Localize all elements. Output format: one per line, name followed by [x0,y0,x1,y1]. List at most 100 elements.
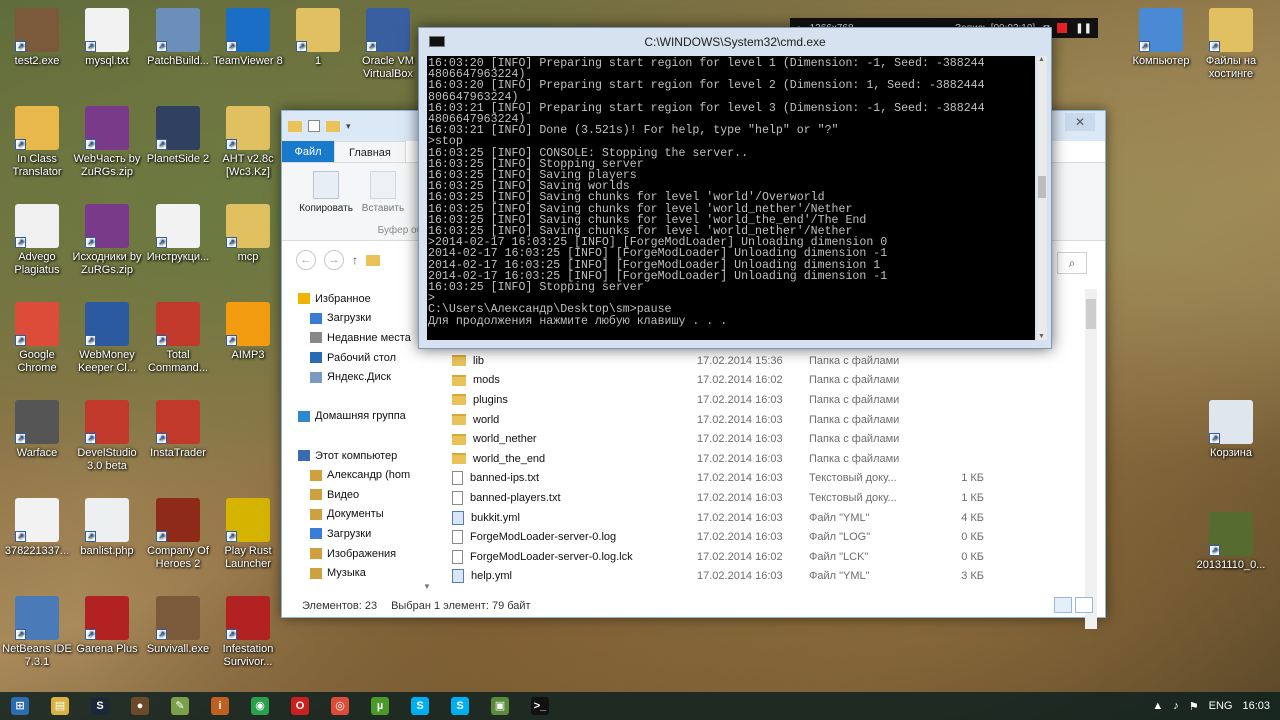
nav-item[interactable]: Домашняя группа [290,407,422,427]
desktop-icon[interactable]: ↗ PlanetSide 2 [142,106,214,166]
desktop-icon[interactable]: ↗ AIMP3 [212,302,284,362]
file-row[interactable]: world 17.02.2014 16:03 Папка с файлами [452,410,1082,430]
taskbar-opera[interactable]: O [280,693,320,719]
file-row[interactable]: help.yml 17.02.2014 16:03 Файл "YML" 3 КБ [452,567,1082,587]
quick-access-dropdown[interactable]: ▾ [346,121,351,132]
nav-item[interactable]: Музыка [290,563,422,583]
back-button[interactable]: ← [296,250,316,270]
file-row[interactable]: banned-players.txt 17.02.2014 16:03 Тексто… [452,488,1082,508]
desktop-icon[interactable]: ↗ WebЧасть by ZuRGs.zip [71,106,143,179]
desktop-icon[interactable]: ↗ Файлы на хостинге [1195,8,1267,81]
nav-item[interactable]: Александр (hom [290,465,422,485]
file-row[interactable]: mods 17.02.2014 16:02 Папка с файлами [452,371,1082,391]
console-scroll-thumb[interactable] [1038,176,1046,198]
scroll-thumb[interactable] [1086,299,1096,329]
record-stop-button[interactable] [1057,23,1068,33]
desktop-icon[interactable]: ↗ WebMoney Keeper Cl... [71,302,143,375]
taskbar-skype-2[interactable]: S [440,693,480,719]
taskbar-start-button[interactable]: ⊞ [0,693,40,719]
taskbar-utorrent[interactable]: µ [360,693,400,719]
taskbar-app-tool[interactable]: ✎ [160,693,200,719]
desktop-icon[interactable]: ↗ In Class Translator [1,106,73,179]
paste-button[interactable]: Вставить [360,171,406,214]
taskbar-minecraft[interactable]: ▣ [480,693,520,719]
taskbar-chrome[interactable]: ◎ [320,693,360,719]
desktop-icon[interactable]: ↗ Total Command... [142,302,214,375]
network-icon[interactable]: ▲ [1152,700,1163,712]
desktop-icon[interactable]: ↗ Исходники by ZuRGs.zip [71,204,143,277]
nav-item[interactable]: Недавние места [290,328,422,348]
search-button[interactable]: ⌕ [1057,252,1087,274]
nav-item[interactable]: Загрузки [290,524,422,544]
desktop-icon[interactable]: ↗ NetBeans IDE 7.3.1 [1,596,73,669]
desktop-icon[interactable]: ↗ Oracle VM VirtualBox [352,8,424,81]
details-view-button[interactable] [1054,597,1072,613]
desktop-icon[interactable]: ↗ 20131110_0... [1195,512,1267,572]
forward-button[interactable]: → [324,250,344,270]
steam-icon: S [91,697,109,715]
nav-item[interactable]: Видео [290,485,422,505]
nav-item[interactable]: Избранное [290,289,422,309]
nav-item[interactable]: Документы [290,505,422,525]
nav-item[interactable]: Изображения [290,544,422,564]
desktop-icon[interactable]: ↗ TeamViewer 8 [212,8,284,68]
desktop-icon[interactable]: ↗ InstaTrader [142,400,214,460]
desktop-icon[interactable]: ↗ 1 [282,8,354,68]
desktop-icon[interactable]: ↗ Инструкци... [142,204,214,264]
file-row[interactable]: world_nether 17.02.2014 16:03 Папка с файл… [452,429,1082,449]
file-row[interactable]: banned-ips.txt 17.02.2014 16:03 Текстовый … [452,469,1082,489]
taskbar-app-disc[interactable]: ● [120,693,160,719]
desktop-icon[interactable]: ↗ 378221337... [1,498,73,558]
desktop-icon[interactable]: ↗ AHT v2.8c [Wc3.Kz] [212,106,284,179]
desktop-icon[interactable]: ↗ mcp [212,204,284,264]
close-button[interactable]: ✕ [1065,113,1095,131]
desktop-icon[interactable]: ↗ Компьютер [1125,8,1197,68]
file-row[interactable]: ForgeModLoader-server-0.log 17.02.2014 16… [452,527,1082,547]
desktop-icon[interactable]: ↗ PatchBuild... [142,8,214,68]
nav-item[interactable]: Яндекс.Диск [290,367,422,387]
taskbar-app-info[interactable]: i [200,693,240,719]
properties-icon[interactable] [308,120,320,132]
nav-item[interactable]: Этот компьютер [290,446,422,466]
console-output[interactable]: 16:03:20 [INFO] Preparing start region f… [427,56,1035,340]
taskbar-cmd[interactable]: >_ [520,693,560,719]
volume-icon[interactable]: ♪ [1173,700,1179,712]
file-list-scrollbar[interactable] [1085,289,1097,629]
taskbar-skype-1[interactable]: S [400,693,440,719]
copy-button[interactable]: Копировать [294,171,358,214]
clock[interactable]: 16:03 [1242,700,1270,712]
tab-file[interactable]: Файл [282,141,334,162]
language-indicator[interactable]: ENG [1209,700,1233,712]
nav-item[interactable]: Рабочий стол [290,348,422,368]
new-folder-icon[interactable] [326,120,340,132]
desktop-icon[interactable]: ↗ Google Chrome [1,302,73,375]
desktop-icon[interactable]: ↗ Advego Plagiatus [1,204,73,277]
taskbar-utorrent-green[interactable]: ◉ [240,693,280,719]
taskbar-explorer[interactable]: ▤ [40,693,80,719]
nav-item[interactable]: Загрузки [290,309,422,329]
file-row[interactable]: lib 17.02.2014 15:36 Папка с файлами [452,351,1082,371]
desktop-icon[interactable]: ↗ Play Rust Launcher [212,498,284,571]
desktop-icon[interactable]: ↗ Warface [1,400,73,460]
taskbar-steam[interactable]: S [80,693,120,719]
file-row[interactable]: ForgeModLoader-server-0.log.lck 17.02.201… [452,547,1082,567]
nav-item-label: Загрузки [327,527,372,540]
file-row[interactable]: bukkit.yml 17.02.2014 16:03 Файл "YML" 4 КБ [452,508,1082,528]
large-icons-view-button[interactable] [1075,597,1093,613]
tab-home[interactable]: Главная [334,141,406,162]
desktop-icon[interactable]: ↗ test2.exe [1,8,73,68]
desktop-icon[interactable]: ↗ mysql.txt [71,8,143,68]
desktop-icon[interactable]: ↗ Garena Plus [71,596,143,656]
pause-button[interactable]: ❚❚ [1075,23,1092,34]
flag-icon[interactable]: ⚑ [1189,700,1199,713]
desktop-icon[interactable]: ↗ Infestation Survivor... [212,596,284,669]
file-row[interactable]: world_the_end 17.02.2014 16:03 Папка с фай… [452,449,1082,469]
up-button[interactable]: ↑ [352,253,358,267]
desktop-icon[interactable]: ↗ Survivall.exe [142,596,214,656]
desktop-icon[interactable]: ↗ Company Of Heroes 2 [142,498,214,571]
console-scrollbar[interactable]: ▲ ▼ [1037,56,1047,340]
desktop-icon[interactable]: ↗ Корзина [1195,400,1267,460]
desktop-icon[interactable]: ↗ DevelStudio 3.0 beta [71,400,143,473]
file-row[interactable]: plugins 17.02.2014 16:03 Папка с файлами [452,390,1082,410]
desktop-icon[interactable]: ↗ banlist.php [71,498,143,558]
